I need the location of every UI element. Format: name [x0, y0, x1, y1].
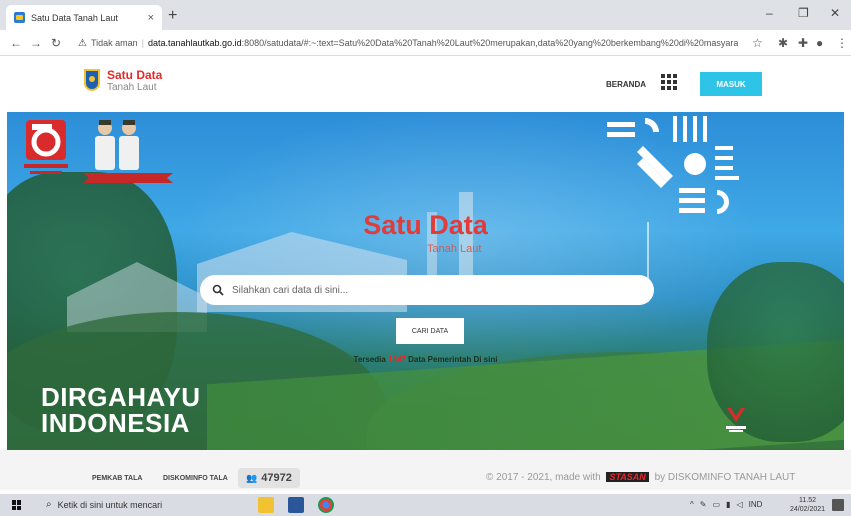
- available-prefix: Tersedia: [353, 355, 389, 364]
- tab-title: Satu Data Tanah Laut: [31, 12, 118, 23]
- taskbar-search[interactable]: ⌕ Ketik di sini untuk mencari: [46, 499, 162, 510]
- warning-icon: ⚠: [78, 37, 87, 49]
- chrome-icon[interactable]: [318, 497, 334, 513]
- file-explorer-icon[interactable]: [258, 497, 274, 513]
- nav-beranda-link[interactable]: BERANDA: [606, 80, 646, 89]
- geometric-decoration-icon: [607, 116, 739, 214]
- taskbar-clock[interactable]: 11.52 24/02/2021: [790, 496, 825, 514]
- clock-date: 24/02/2021: [790, 506, 826, 513]
- copyright-prefix: © 2017 - 2021, made with: [486, 472, 601, 483]
- word-icon[interactable]: [288, 497, 304, 513]
- dirgahayu-line1: DIRGAHAYU: [41, 382, 201, 412]
- tanah-laut-emblem-icon[interactable]: [84, 69, 100, 91]
- forward-arrow-icon[interactable]: →: [26, 36, 46, 50]
- search-bar: [200, 275, 654, 305]
- search-icon: [212, 284, 224, 296]
- anniversary-mini-logo-icon: [726, 408, 746, 432]
- site-header: Satu Data Tanah Laut BERANDA MASUK: [0, 56, 851, 112]
- login-button[interactable]: MASUK: [700, 72, 762, 96]
- users-icon: 👥: [246, 472, 258, 483]
- available-count: 1347: [388, 355, 406, 364]
- footer-link-pemkab[interactable]: PEMKAB TALA: [92, 475, 142, 482]
- browser-tab-bar: Satu Data Tanah Laut × + – ❐ ✕: [0, 0, 851, 30]
- notification-icon[interactable]: [832, 499, 844, 511]
- visitor-count: 47972: [261, 472, 292, 484]
- clock-time: 11.52: [799, 497, 817, 504]
- menu-dots-icon[interactable]: ⋮: [836, 36, 848, 50]
- extension-icon[interactable]: ✱: [778, 36, 788, 50]
- close-window-button[interactable]: ✕: [830, 6, 840, 20]
- security-label: Tidak aman: [90, 38, 138, 48]
- footer-link-diskominfo[interactable]: DISKOMINFO TALA: [163, 475, 228, 482]
- favicon-icon: [14, 12, 25, 23]
- available-data-text: Tersedia 1347 Data Pemerintah Di sini: [7, 355, 844, 364]
- copyright-text: © 2017 - 2021, made with STASAN by DISKO…: [486, 472, 795, 483]
- officials-banner-icon: [83, 173, 173, 183]
- system-tray: ^ ✎ ▭ ▮ ◁ IND: [690, 500, 762, 509]
- dirgahayu-text: DIRGAHAYU INDONESIA: [41, 384, 201, 436]
- tray-chevron-icon[interactable]: ^: [690, 500, 694, 509]
- windows-taskbar: ⌕ Ketik di sini untuk mencari ^ ✎ ▭ ▮ ◁ …: [0, 494, 851, 516]
- visitor-counter: 👥 47972: [238, 468, 300, 488]
- maximize-button[interactable]: ❐: [798, 6, 809, 20]
- profile-icon[interactable]: ●: [816, 36, 823, 50]
- bookmark-star-icon[interactable]: ☆: [752, 36, 763, 50]
- tab-close-button[interactable]: ×: [148, 12, 154, 24]
- minimize-button[interactable]: –: [766, 6, 773, 20]
- officials-photo-icon: [95, 120, 139, 170]
- network-icon[interactable]: ▭: [712, 500, 720, 509]
- copyright-suffix: by DISKOMINFO TANAH LAUT: [654, 472, 796, 483]
- hero-banner: Satu Data Tanah Laut CARI DATA Tersedia …: [7, 112, 844, 450]
- browser-tab[interactable]: Satu Data Tanah Laut ×: [6, 5, 162, 30]
- windows-start-icon[interactable]: [12, 500, 22, 510]
- url-path: :8080/satudata/#:~:text=Satu%20Data%20Ta…: [241, 38, 738, 48]
- address-bar: ← → ↻ ⚠ Tidak aman | data.tanahlautkab.g…: [0, 30, 851, 56]
- taskbar-search-icon: ⌕: [46, 499, 52, 510]
- url-field[interactable]: ⚠ Tidak aman | data.tanahlautkab.go.id:8…: [78, 34, 738, 52]
- dirgahayu-line2: INDONESIA: [41, 408, 190, 438]
- available-suffix: Data Pemerintah Di sini: [405, 355, 498, 364]
- puzzle-extension-icon[interactable]: ✚: [798, 36, 808, 50]
- hut-ri-75-logo-icon: [24, 120, 68, 174]
- volume-icon[interactable]: ◁: [736, 500, 742, 509]
- logo-title[interactable]: Satu Data: [107, 68, 162, 82]
- pen-icon[interactable]: ✎: [700, 500, 707, 509]
- url-divider: |: [141, 38, 144, 48]
- reload-icon[interactable]: ↻: [46, 36, 66, 50]
- search-input[interactable]: [232, 284, 642, 296]
- back-arrow-icon[interactable]: ←: [6, 36, 26, 50]
- logo-subtitle: Tanah Laut: [107, 82, 157, 93]
- site-footer: PEMKAB TALA DISKOMINFO TALA 👥 47972 © 20…: [0, 450, 851, 490]
- battery-icon[interactable]: ▮: [726, 500, 730, 509]
- hero-title: Satu Data: [363, 210, 488, 240]
- search-data-button[interactable]: CARI DATA: [396, 318, 464, 344]
- apps-grid-icon[interactable]: [661, 74, 677, 90]
- language-indicator[interactable]: IND: [749, 500, 763, 509]
- new-tab-button[interactable]: +: [168, 7, 177, 25]
- hero-subtitle: Tanah Laut: [427, 243, 482, 255]
- url-host: data.tanahlautkab.go.id: [148, 38, 242, 48]
- stasan-brand-logo[interactable]: STASAN: [606, 472, 649, 482]
- taskbar-search-placeholder: Ketik di sini untuk mencari: [57, 499, 163, 510]
